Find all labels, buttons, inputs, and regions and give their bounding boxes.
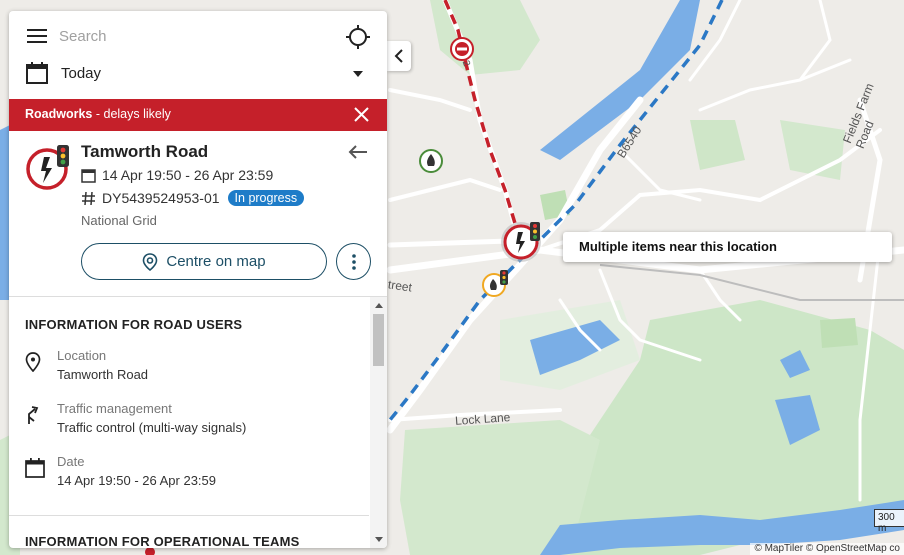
road-users-heading: INFORMATION FOR ROAD USERS <box>25 317 243 332</box>
map-tooltip: Multiple items near this location <box>563 232 892 262</box>
centre-on-map-label: Centre on map <box>166 253 266 270</box>
scroll-down-arrow[interactable] <box>375 537 383 542</box>
event-detail: Tamworth Road 14 Apr 19:50 - 26 Apr 23:5… <box>9 131 387 296</box>
scroll-thumb[interactable] <box>373 314 384 366</box>
event-reference-text: DY5439524953-01 <box>102 190 220 206</box>
date-filter[interactable]: Today <box>9 61 387 99</box>
map-attribution[interactable]: © MapTiler © OpenStreetMap co <box>750 543 904 555</box>
info-location-value: Tamworth Road <box>57 367 149 382</box>
arrow-left-icon[interactable] <box>348 144 368 160</box>
hash-icon <box>82 191 95 205</box>
alert-banner: Roadworks - delays likely <box>9 99 387 131</box>
date-filter-value: Today <box>61 65 102 82</box>
calendar-icon <box>25 458 45 478</box>
map-scale: 300 m <box>874 509 904 534</box>
close-icon[interactable] <box>354 107 369 122</box>
alert-detail: - delays likely <box>92 107 171 121</box>
operational-heading: INFORMATION FOR OPERATIONAL TEAMS <box>25 534 300 548</box>
scrollbar[interactable] <box>370 297 387 548</box>
alert-category: Roadworks <box>25 107 93 121</box>
crosshair-icon[interactable] <box>346 25 370 49</box>
section-divider <box>9 515 369 516</box>
info-location-label: Location <box>57 348 107 363</box>
chevron-left-icon <box>394 49 403 63</box>
search-bar <box>9 11 387 61</box>
event-organisation: National Grid <box>81 213 157 228</box>
caret-down-icon <box>353 71 363 77</box>
event-dates-text: 14 Apr 19:50 - 26 Apr 23:59 <box>102 167 274 183</box>
more-vertical-icon <box>351 253 356 270</box>
calendar-icon <box>81 168 96 183</box>
event-dates: 14 Apr 19:50 - 26 Apr 23:59 <box>81 167 273 183</box>
event-reference: DY5439524953-01 In progress <box>81 190 305 206</box>
centre-on-map-button[interactable]: Centre on map <box>81 243 327 280</box>
location-pin-icon <box>143 252 158 271</box>
event-title: Tamworth Road <box>81 142 209 161</box>
menu-icon[interactable] <box>27 29 47 43</box>
info-traffic-value: Traffic control (multi-way signals) <box>57 420 247 435</box>
turn-arrow-icon <box>28 406 39 424</box>
info-date-value: 14 Apr 19:50 - 26 Apr 23:59 <box>57 473 217 488</box>
calendar-icon <box>26 62 48 84</box>
info-scroll-area[interactable]: INFORMATION FOR ROAD USERS Location Tamw… <box>9 297 387 548</box>
roadworks-signal-icon <box>26 145 69 190</box>
location-pin-icon <box>25 352 41 372</box>
side-panel: Today Roadworks - delays likely Tamworth… <box>9 11 387 548</box>
scroll-up-arrow[interactable] <box>375 303 383 308</box>
collapse-panel-button[interactable] <box>387 41 411 71</box>
search-input[interactable] <box>59 24 329 48</box>
info-traffic-label: Traffic management <box>57 401 172 416</box>
more-options-button[interactable] <box>336 243 371 280</box>
info-date-label: Date <box>57 454 85 469</box>
status-badge: In progress <box>227 190 305 206</box>
